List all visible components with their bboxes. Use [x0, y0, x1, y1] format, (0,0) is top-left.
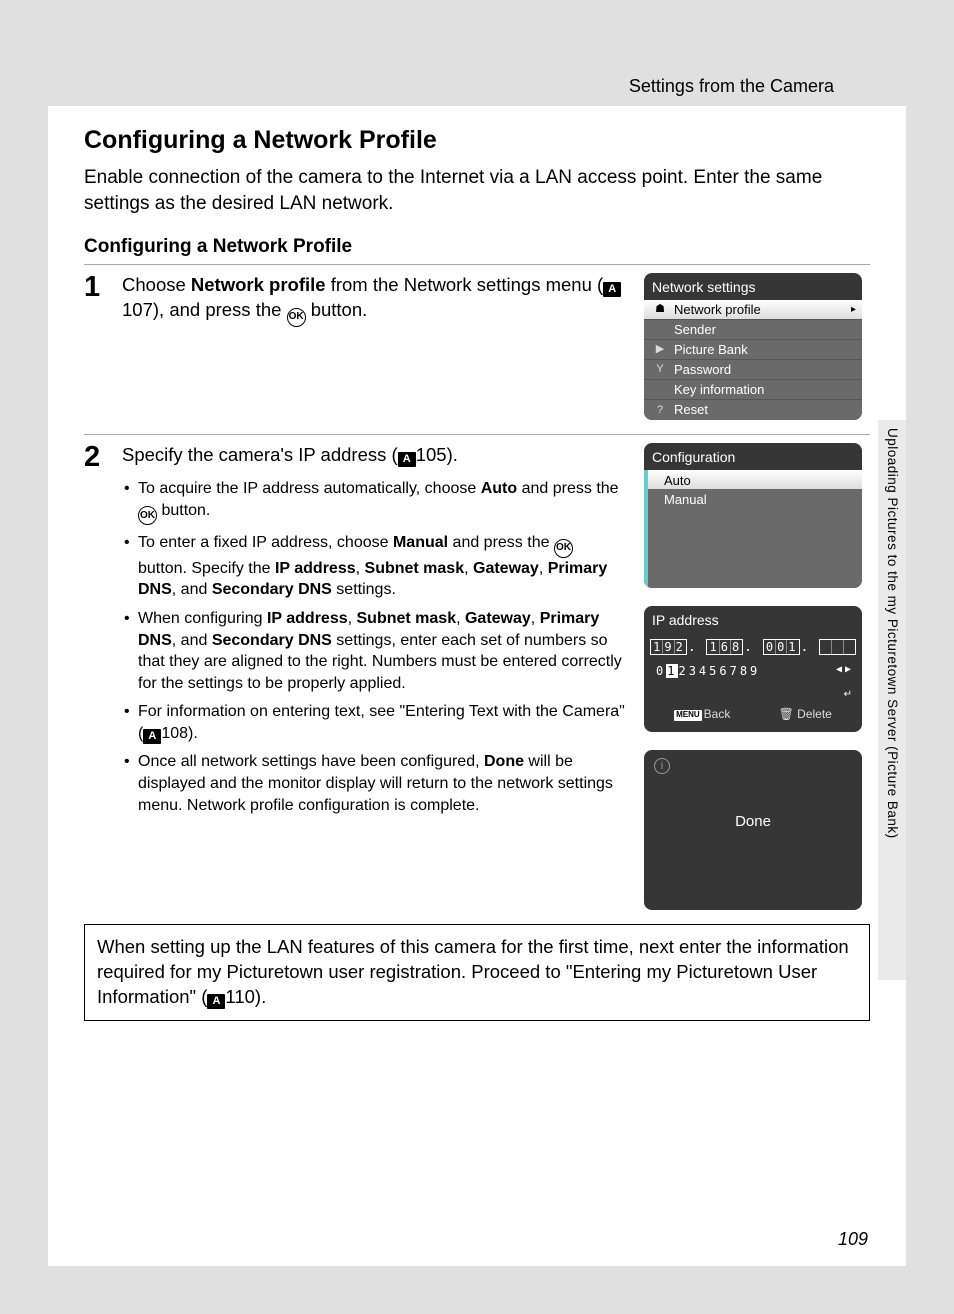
cam3-title: IP address [644, 606, 862, 633]
step-2-bullet-5: Once all network settings have been conf… [124, 751, 626, 816]
note-box: When setting up the LAN features of this… [84, 924, 870, 1021]
cam1-item-reset: ?Reset [644, 400, 862, 420]
step-1-number: 1 [84, 273, 110, 302]
menu-back: MENUBack [674, 706, 730, 722]
info-icon: i [654, 758, 670, 774]
step-2-text: Specify the camera's IP address (A105). [122, 443, 626, 468]
ok-button-icon: OK [287, 308, 306, 327]
ok-button-icon: OK [138, 506, 157, 525]
cam1-title: Network settings [644, 273, 862, 300]
cam1-item-sender: Sender [644, 320, 862, 340]
step-2-bullet-1: To acquire the IP address automatically,… [124, 478, 626, 525]
cam1-item-key-info: Key information [644, 380, 862, 400]
delete-button: 🗑 Delete [779, 706, 832, 722]
header-section-title: Settings from the Camera [629, 76, 834, 97]
divider [84, 434, 870, 435]
intro-text: Enable connection of the camera to the I… [84, 165, 870, 216]
manual-ref-icon: A [603, 282, 621, 297]
cam1-item-network-profile: ☗Network profile [644, 300, 862, 320]
cam2-item-auto: Auto [644, 470, 862, 489]
left-right-icon: ◀▶ [836, 663, 854, 677]
camera-screen-ip-address: IP address 192. 168. 001. 0123456789 ◀▶ … [644, 606, 862, 732]
procedure-heading: Configuring a Network Profile [84, 236, 870, 258]
manual-ref-icon: A [143, 729, 161, 744]
ok-button-icon: OK [554, 539, 573, 558]
page-title: Configuring a Network Profile [84, 126, 870, 155]
camera-screen-network-settings: Network settings ☗Network profile Sender… [644, 273, 862, 420]
camera-screen-configuration: Configuration Auto Manual [644, 443, 862, 588]
camera-screen-done: i Done [644, 750, 862, 910]
cam1-item-password: YPassword [644, 360, 862, 380]
divider [84, 264, 870, 265]
manual-ref-icon: A [398, 452, 416, 467]
digit-selector: 0123456789 ◀▶ [644, 661, 862, 682]
manual-ref-icon: A [207, 994, 225, 1009]
enter-icon: ↵ [644, 682, 862, 704]
step-1-text: Choose Network profile from the Network … [122, 273, 626, 420]
step-2-bullet-2: To enter a fixed IP address, choose Manu… [124, 532, 626, 601]
step-2-bullet-3: When configuring IP address, Subnet mask… [124, 608, 626, 694]
cam2-title: Configuration [644, 443, 862, 470]
page-number: 109 [838, 1229, 868, 1250]
side-tab-label: Uploading Pictures to the my Picturetown… [885, 428, 900, 839]
ip-octets: 192. 168. 001. [644, 633, 862, 661]
cam1-item-picture-bank: ▶Picture Bank [644, 340, 862, 360]
step-2-bullet-4: For information on entering text, see "E… [124, 701, 626, 744]
done-label: Done [644, 812, 862, 832]
cam2-item-manual: Manual [644, 489, 862, 508]
step-2-number: 2 [84, 443, 110, 472]
